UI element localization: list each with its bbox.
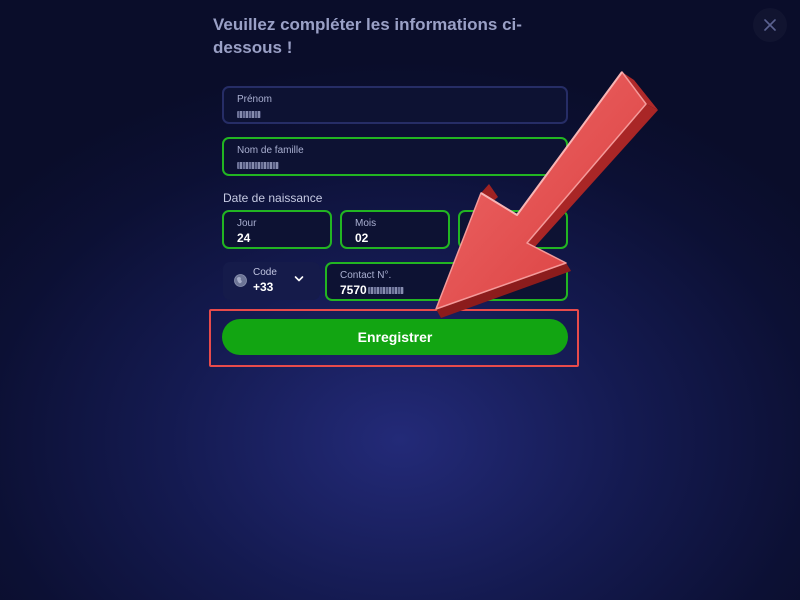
page-title: Veuillez compléter les informations ci-d… — [213, 15, 522, 57]
contact-number-label: Contact N°. — [340, 270, 392, 281]
last-name-field[interactable]: Nom de famille — [222, 137, 568, 176]
day-field[interactable]: Jour 24 — [222, 210, 332, 249]
contact-number-masked — [367, 287, 404, 295]
month-field[interactable]: Mois 02 — [340, 210, 450, 249]
day-value: 24 — [237, 231, 251, 245]
country-code-label: Code — [253, 267, 277, 278]
month-value: 02 — [355, 231, 369, 245]
contact-number-value: 7570 — [340, 283, 404, 297]
year-field[interactable] — [458, 210, 568, 249]
month-label: Mois — [355, 218, 377, 229]
submit-button[interactable]: Enregistrer — [222, 319, 568, 355]
globe-icon — [234, 274, 247, 287]
birth-date-label: Date de naissance — [223, 191, 323, 205]
chevron-down-icon — [294, 276, 304, 282]
contact-number-field[interactable]: Contact N°. 7570 — [325, 262, 568, 301]
last-name-label: Nom de famille — [237, 145, 304, 156]
country-code-select[interactable]: Code +33 — [223, 262, 320, 300]
close-button[interactable] — [753, 8, 787, 42]
first-name-field[interactable]: Prénom — [222, 86, 568, 124]
first-name-label: Prénom — [237, 94, 273, 105]
last-name-value-masked — [237, 158, 279, 172]
first-name-value-masked — [237, 107, 261, 121]
contact-number-visible-digits: 7570 — [340, 283, 367, 297]
day-label: Jour — [237, 218, 257, 229]
country-code-value: +33 — [253, 280, 274, 294]
close-icon — [764, 19, 776, 31]
